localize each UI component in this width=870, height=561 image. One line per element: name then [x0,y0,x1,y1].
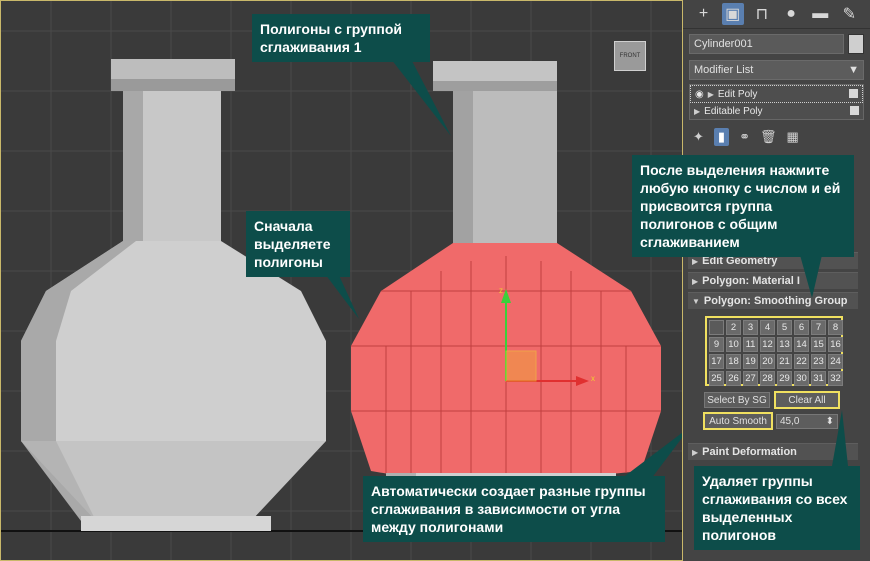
smoothing-group-15-button[interactable]: 15 [811,337,826,352]
callout-clear-all: Удаляет группы сглаживания со всех выдел… [694,466,860,550]
view-cube[interactable]: FRONT [614,41,646,71]
callout-auto-smooth: Автоматически создает разные группы сгла… [363,476,665,542]
smoothing-group-31-button[interactable]: 31 [811,371,826,386]
stack-item-label: Edit Poly [717,88,758,100]
auto-smooth-threshold-spinner[interactable]: 45,0 ⬍ [776,414,838,429]
eye-icon[interactable]: ◉ [695,89,704,100]
expand-triangle-icon[interactable]: ▶ [708,90,714,99]
object-color-swatch[interactable] [848,34,864,54]
smoothing-group-29-button[interactable]: 29 [777,371,792,386]
auto-smooth-button[interactable]: Auto Smooth [703,412,773,430]
stack-toggle-icon[interactable] [849,89,858,98]
smoothing-group-1-button[interactable]: 1 [709,320,724,335]
rollout-polygon-smoothing-group[interactable]: ▼ Polygon: Smoothing Group [688,292,858,309]
smoothing-group-23-button[interactable]: 23 [811,354,826,369]
stack-toolbar: ✦ ▮ ⚭ 🗑 ▦ [683,124,870,150]
collapse-triangle-icon: ▶ [692,447,699,457]
make-unique-icon[interactable]: ⚭ [739,129,750,145]
bottle-left [21,59,326,531]
smoothing-group-13-button[interactable]: 13 [777,337,792,352]
collapse-triangle-icon: ▶ [692,276,699,286]
smoothing-group-7-button[interactable]: 7 [811,320,826,335]
stack-item-edit-poly[interactable]: ◉ ▶ Edit Poly [690,85,863,103]
rollout-title: Polygon: Smoothing Group [703,295,848,307]
display-tab-icon[interactable]: ▬ [809,3,831,25]
rollout-polygon-material[interactable]: ▶ Polygon: Material I [688,272,858,289]
expand-triangle-icon: ▼ [692,296,700,306]
smoothing-group-14-button[interactable]: 14 [794,337,809,352]
rollout-title: Polygon: Material I [702,275,800,287]
smoothing-group-27-button[interactable]: 27 [743,371,758,386]
smoothing-group-28-button[interactable]: 28 [760,371,775,386]
smoothing-group-12-button[interactable]: 12 [760,337,775,352]
create-tab-icon[interactable]: + [693,3,715,25]
smoothing-group-6-button[interactable]: 6 [794,320,809,335]
modify-tab-icon[interactable]: ▣ [721,3,744,25]
smoothing-group-21-button[interactable]: 21 [777,354,792,369]
smoothing-group-3-button[interactable]: 3 [743,320,758,335]
configure-sets-icon[interactable]: ▦ [786,129,798,145]
svg-text:z: z [499,286,503,295]
stack-item-label: Editable Poly [704,105,763,117]
show-end-result-icon[interactable]: ▮ [713,128,730,146]
smoothing-group-buttons: 1234567891011121314151617181920212223242… [705,316,843,386]
clear-all-button[interactable]: Clear All [774,391,840,409]
command-panel-tabs: + ▣ ⊓ ● ▬ ✎ [683,0,870,29]
utilities-tab-icon[interactable]: ✎ [838,3,860,25]
stack-item-editable-poly[interactable]: ▶ Editable Poly [690,103,863,119]
modifier-stack: ◉ ▶ Edit Poly ▶ Editable Poly [689,84,864,120]
smoothing-group-8-button[interactable]: 8 [828,320,843,335]
modifier-list-dropdown[interactable]: Modifier List ▼ [689,60,864,80]
svg-text:x: x [591,374,595,383]
rollout-title: Paint Deformation [702,446,797,458]
smoothing-group-22-button[interactable]: 22 [794,354,809,369]
smoothing-group-9-button[interactable]: 9 [709,337,724,352]
object-name-field[interactable]: Cylinder001 [689,34,844,54]
smoothing-group-2-button[interactable]: 2 [726,320,741,335]
smoothing-group-11-button[interactable]: 11 [743,337,758,352]
smoothing-group-4-button[interactable]: 4 [760,320,775,335]
smoothing-group-17-button[interactable]: 17 [709,354,724,369]
smoothing-group-24-button[interactable]: 24 [828,354,843,369]
callout-smoothing-group-1: Полигоны с группой сглаживания 1 [252,14,430,62]
smoothing-group-25-button[interactable]: 25 [709,371,724,386]
pin-stack-icon[interactable]: ✦ [693,129,704,145]
smoothing-group-30-button[interactable]: 30 [794,371,809,386]
stack-toggle-icon[interactable] [850,106,859,115]
select-by-sg-button[interactable]: Select By SG [704,392,770,408]
modifier-list-label: Modifier List [694,64,754,76]
rollout-paint-deformation[interactable]: ▶ Paint Deformation [688,443,858,460]
smoothing-group-10-button[interactable]: 10 [726,337,741,352]
smoothing-group-16-button[interactable]: 16 [828,337,843,352]
motion-tab-icon[interactable]: ● [780,3,802,25]
expand-triangle-icon[interactable]: ▶ [694,107,700,116]
spinner-arrows-icon[interactable]: ⬍ [826,416,834,427]
smoothing-group-20-button[interactable]: 20 [760,354,775,369]
chevron-down-icon: ▼ [848,64,859,76]
callout-assign-group: После выделения нажмите любую кнопку с ч… [632,155,854,257]
remove-modifier-icon[interactable]: 🗑 [760,129,777,145]
collapse-triangle-icon: ▶ [692,256,699,266]
smoothing-group-19-button[interactable]: 19 [743,354,758,369]
smoothing-group-5-button[interactable]: 5 [777,320,792,335]
smoothing-group-26-button[interactable]: 26 [726,371,741,386]
smoothing-group-32-button[interactable]: 32 [828,371,843,386]
hierarchy-tab-icon[interactable]: ⊓ [751,3,773,25]
callout-select-polygons: Сначала выделяете полигоны [246,211,350,277]
threshold-value: 45,0 [780,416,800,427]
smoothing-group-18-button[interactable]: 18 [726,354,741,369]
